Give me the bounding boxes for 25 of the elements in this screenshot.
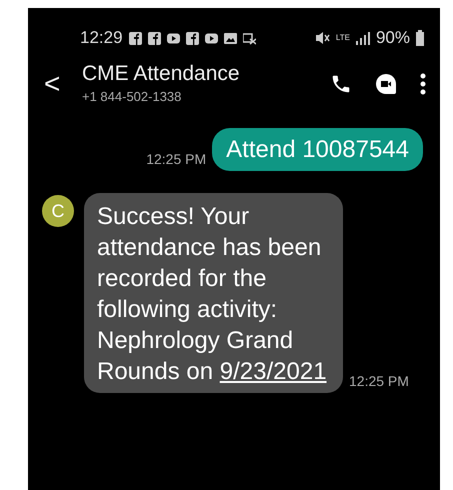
play-icon	[166, 32, 180, 44]
network-type: LTE	[336, 34, 350, 42]
video-call-icon[interactable]	[374, 72, 398, 96]
signal-icon	[356, 32, 370, 44]
card-icon	[242, 32, 256, 44]
battery-percent: 90%	[376, 28, 410, 48]
received-message: Success! Your attendance has been recorded for the following activity: Nephrology Grand Rounds on 9/23/2021	[84, 193, 343, 393]
message-time: 12:25 PM	[146, 151, 206, 167]
image-icon	[224, 32, 237, 44]
message-time: 12:25 PM	[349, 373, 409, 389]
phone-number: +1 844-502-1338	[82, 89, 182, 104]
contact-avatar: C	[42, 195, 74, 227]
mute-icon	[314, 31, 330, 45]
date-link[interactable]: 9/23/2021	[220, 358, 327, 385]
battery-icon	[416, 30, 424, 46]
facebook-icon	[128, 32, 142, 44]
play-icon	[204, 32, 218, 44]
facebook-icon	[186, 32, 199, 44]
facebook-icon	[148, 32, 161, 44]
phone-icon[interactable]	[330, 73, 352, 95]
contact-name: CME Attendance	[82, 62, 241, 86]
sent-message: Attend 10087544	[212, 128, 423, 171]
more-options-icon[interactable]	[420, 73, 426, 95]
status-time: 12:29	[80, 28, 123, 48]
back-button[interactable]: <	[44, 68, 82, 100]
